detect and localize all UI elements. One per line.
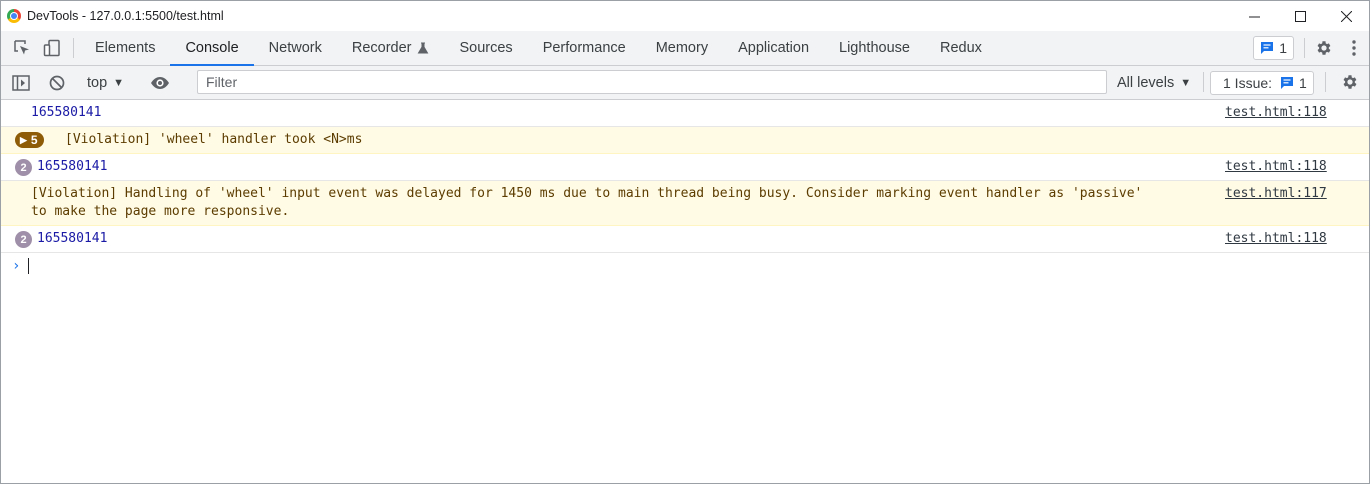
minimize-button[interactable] (1231, 1, 1277, 31)
message-text: 165580141 (31, 105, 102, 120)
filter-field[interactable] (197, 70, 1107, 94)
expand-triangle-icon: ▶ (20, 134, 27, 145)
settings-button[interactable] (1309, 33, 1339, 63)
maximize-icon (1294, 10, 1306, 22)
tab-recorder[interactable]: Recorder (337, 31, 445, 65)
console-message: 165580141 test.html:118 (1, 100, 1369, 127)
repeat-count-badge: 2 (15, 159, 32, 176)
inspect-element-button[interactable] (7, 31, 37, 65)
window-title: DevTools - 127.0.0.1:5500/test.html (27, 9, 224, 23)
message-text: 165580141 (37, 231, 108, 246)
tabbar-right-controls: 1 (1253, 31, 1369, 65)
chevron-down-icon: ▼ (113, 76, 125, 89)
context-selector[interactable]: top ▼ (81, 75, 130, 91)
messages-counter-button[interactable]: 1 (1253, 36, 1294, 60)
chevron-right-icon: › (12, 258, 21, 274)
close-button[interactable] (1323, 1, 1369, 31)
tab-network[interactable]: Network (254, 31, 337, 65)
console-settings-button[interactable] (1335, 67, 1365, 97)
log-levels-value: All levels (1117, 74, 1175, 91)
console-warning-group[interactable]: ▶ 5 [Violation] 'wheel' handler took <N>… (1, 127, 1369, 154)
close-icon (1340, 10, 1352, 22)
tab-sources[interactable]: Sources (444, 31, 527, 65)
source-link[interactable]: test.html:118 (1225, 100, 1369, 126)
clear-icon (49, 75, 65, 90)
more-options-button[interactable] (1339, 33, 1369, 63)
repeat-count-badge[interactable]: ▶ 5 (15, 132, 44, 148)
device-icon (43, 39, 60, 57)
message-text: [Violation] Handling of 'wheel' input ev… (31, 186, 1143, 219)
tab-redux[interactable]: Redux (925, 31, 997, 65)
tab-lighthouse[interactable]: Lighthouse (824, 31, 925, 65)
tab-memory[interactable]: Memory (641, 31, 723, 65)
console-message: 2 165580141 test.html:118 (1, 154, 1369, 181)
console-toolbar: top ▼ All levels ▼ 1 Issue: (1, 66, 1369, 100)
console-prompt[interactable]: › (1, 253, 1369, 279)
issues-label: 1 Issue: (1223, 75, 1273, 91)
repeat-count-badge: 2 (15, 231, 32, 248)
toolbar-divider (1203, 72, 1204, 92)
more-vertical-icon (1352, 40, 1356, 56)
toolbar-divider (1325, 72, 1326, 92)
main-tab-bar: Elements Console Network Recorder Source… (1, 31, 1369, 66)
console-message: 2 165580141 test.html:118 (1, 226, 1369, 253)
message-icon (1261, 42, 1274, 54)
maximize-button[interactable] (1277, 1, 1323, 31)
flask-icon (418, 42, 429, 54)
chrome-logo-icon (7, 9, 21, 23)
device-toolbar-button[interactable] (37, 31, 67, 65)
source-link[interactable]: test.html:118 (1225, 154, 1369, 180)
gear-icon (1343, 75, 1357, 89)
clear-console-button[interactable] (42, 75, 72, 91)
inspect-icon (14, 40, 29, 55)
tab-elements[interactable]: Elements (80, 31, 170, 65)
title-bar: DevTools - 127.0.0.1:5500/test.html (1, 1, 1369, 31)
message-text: [Violation] 'wheel' handler took <N>ms (65, 132, 363, 147)
show-sidebar-button[interactable] (6, 74, 36, 91)
message-icon (1281, 77, 1294, 89)
minimize-icon (1248, 16, 1260, 17)
source-link[interactable]: test.html:118 (1225, 226, 1369, 252)
tab-console[interactable]: Console (170, 31, 254, 66)
log-levels-dropdown[interactable]: All levels ▼ (1117, 66, 1191, 99)
text-caret (28, 258, 30, 274)
devtools-window: DevTools - 127.0.0.1:5500/test.html Elem… (0, 0, 1370, 484)
messages-count: 1 (1279, 40, 1287, 56)
toolbar-divider (1304, 38, 1305, 58)
context-value: top (87, 74, 108, 91)
sidebar-toggle-icon (12, 74, 30, 91)
live-expression-button[interactable] (145, 76, 175, 90)
filter-input[interactable] (204, 73, 1106, 91)
console-warning: [Violation] Handling of 'wheel' input ev… (1, 181, 1369, 226)
tab-application[interactable]: Application (723, 31, 824, 65)
source-link[interactable]: test.html:117 (1225, 181, 1369, 207)
toolbar-divider (73, 38, 74, 58)
tab-performance[interactable]: Performance (528, 31, 641, 65)
issues-button[interactable]: 1 Issue: 1 (1210, 71, 1314, 95)
gear-icon (1317, 41, 1331, 55)
issues-count: 1 (1299, 75, 1307, 91)
message-text: 165580141 (37, 159, 108, 174)
eye-icon (151, 76, 170, 89)
chevron-down-icon: ▼ (1180, 76, 1192, 89)
window-controls (1231, 1, 1369, 31)
console-output: 165580141 test.html:118 ▶ 5 [Violation] … (1, 100, 1369, 279)
